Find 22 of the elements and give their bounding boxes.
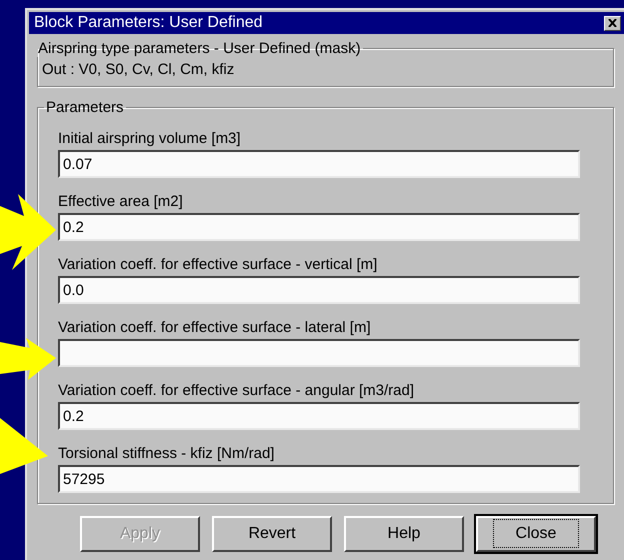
field-label: Initial airspring volume [m3] bbox=[58, 130, 242, 147]
mask-description: Out : V0, S0, Cv, Cl, Cm, kfiz bbox=[42, 61, 236, 78]
input-field[interactable]: 0.0 bbox=[58, 276, 580, 304]
dialog-button[interactable]: Revert bbox=[212, 516, 332, 552]
group-title: Parameters bbox=[45, 99, 125, 116]
input-field[interactable]: 57295 bbox=[58, 465, 580, 493]
window-title: Block Parameters: User Defined bbox=[34, 14, 263, 32]
arrow-icon bbox=[0, 418, 50, 474]
field-label: Torsional stiffness - kfiz [Nm/rad] bbox=[58, 445, 276, 462]
input-field[interactable] bbox=[58, 339, 580, 367]
input-field[interactable]: 0.07 bbox=[58, 150, 580, 178]
arrow-icon bbox=[0, 338, 58, 380]
input-field[interactable]: 0.2 bbox=[58, 213, 580, 241]
dialog-button[interactable]: Help bbox=[344, 516, 464, 552]
close-icon[interactable] bbox=[604, 16, 621, 30]
group-title: Airspring type parameters - User Defined (mask) bbox=[37, 40, 362, 57]
field-label: Effective area [m2] bbox=[58, 193, 184, 210]
input-field[interactable]: 0.2 bbox=[58, 402, 580, 430]
field-label: Variation coeff. for effective surface - angular [m3/rad] bbox=[58, 382, 416, 399]
dialog-button[interactable]: Close bbox=[476, 516, 596, 552]
field-label: Variation coeff. for effective surface - vertical [m] bbox=[58, 256, 378, 273]
field-label: Variation coeff. for effective surface - lateral [m] bbox=[58, 319, 372, 336]
